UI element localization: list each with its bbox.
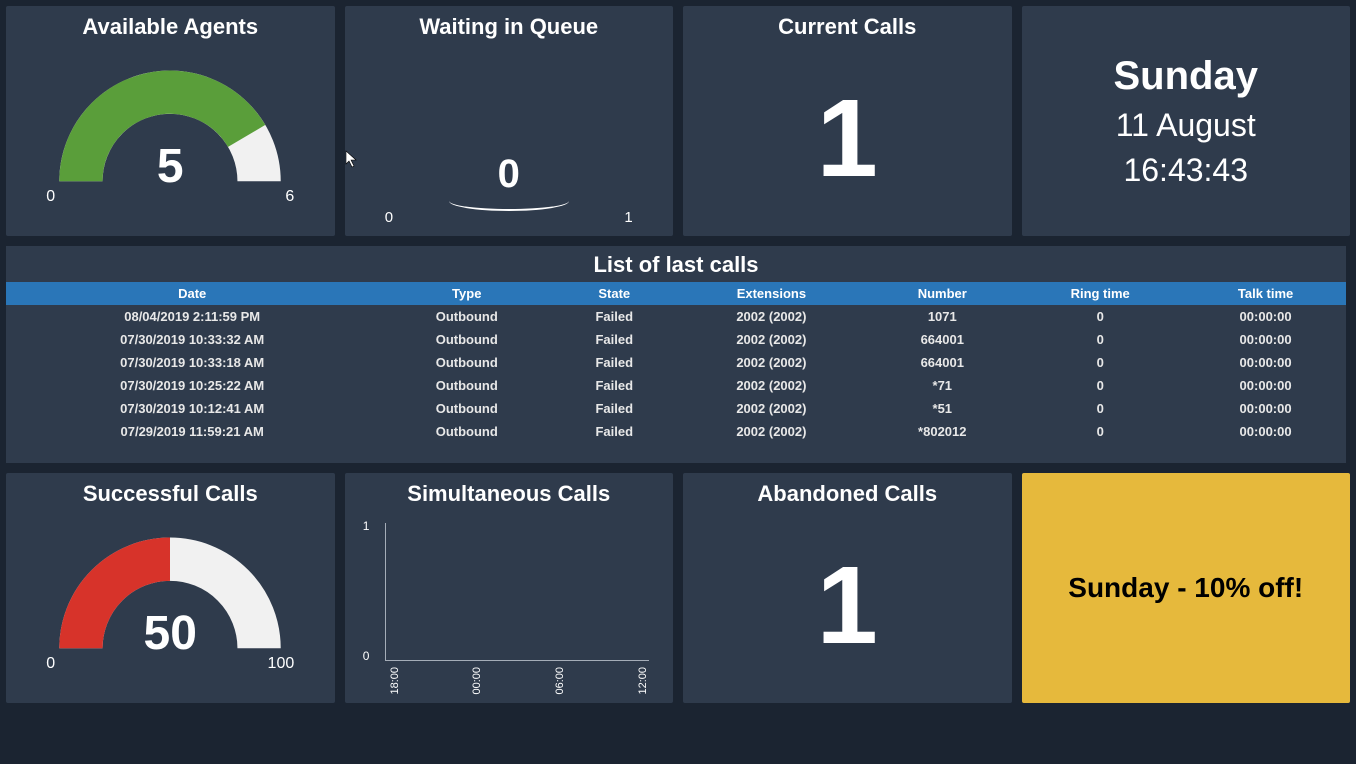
y-tick-max: 1 <box>363 519 370 533</box>
big-number: 1 <box>817 507 878 703</box>
successful-calls-widget: Successful Calls 50 0 100 <box>6 473 335 703</box>
table-cell: 664001 <box>869 351 1015 374</box>
promo-banner: Sunday - 10% off! <box>1022 473 1351 703</box>
table-cell: *802012 <box>869 420 1015 443</box>
table-cell: 0 <box>1015 351 1185 374</box>
waiting-in-queue-widget: Waiting in Queue 0 0 1 <box>345 6 674 236</box>
table-cell: 07/29/2019 11:59:21 AM <box>6 420 378 443</box>
table-cell: 0 <box>1015 328 1185 351</box>
y-tick-min: 0 <box>363 649 370 663</box>
table-cell: 00:00:00 <box>1185 305 1346 328</box>
table-row: 07/30/2019 10:33:32 AMOutboundFailed2002… <box>6 328 1346 351</box>
gauge-value: 5 <box>40 139 300 194</box>
table-cell: 08/04/2019 2:11:59 PM <box>6 305 378 328</box>
table-header: Talk time <box>1185 282 1346 305</box>
simultaneous-calls-widget: Simultaneous Calls 1 0 18:00 00:00 06:00 12… <box>345 473 674 703</box>
table-header: Extensions <box>673 282 869 305</box>
table-header: Type <box>378 282 555 305</box>
table-cell: 2002 (2002) <box>673 397 869 420</box>
table-header: Date <box>6 282 378 305</box>
widget-title: Available Agents <box>82 14 258 40</box>
table-cell: 0 <box>1015 374 1185 397</box>
gauge-value: 0 <box>498 152 520 197</box>
table-cell: Outbound <box>378 351 555 374</box>
table-cell: 00:00:00 <box>1185 328 1346 351</box>
banner-text: Sunday - 10% off! <box>1068 572 1303 604</box>
table-cell: 0 <box>1015 397 1185 420</box>
table-header: State <box>555 282 673 305</box>
table-cell: *51 <box>869 397 1015 420</box>
table-cell: Failed <box>555 420 673 443</box>
x-tick: 06:00 <box>554 667 566 695</box>
current-calls-widget: Current Calls 1 <box>683 6 1012 236</box>
table-cell: 664001 <box>869 328 1015 351</box>
table-cell: Failed <box>555 374 673 397</box>
table-cell: 0 <box>1015 420 1185 443</box>
table-cell: Failed <box>555 351 673 374</box>
table-cell: 07/30/2019 10:25:22 AM <box>6 374 378 397</box>
abandoned-calls-widget: Abandoned Calls 1 <box>683 473 1012 703</box>
y-axis-line <box>385 523 386 661</box>
table-row: 08/04/2019 2:11:59 PMOutboundFailed2002 … <box>6 305 1346 328</box>
available-agents-widget: Available Agents 5 0 6 <box>6 6 335 236</box>
table-cell: 1071 <box>869 305 1015 328</box>
table-cell: Outbound <box>378 328 555 351</box>
table-cell: 00:00:00 <box>1185 420 1346 443</box>
table-cell: Outbound <box>378 420 555 443</box>
gauge-value: 50 <box>40 606 300 661</box>
x-tick: 00:00 <box>471 667 483 695</box>
widget-title: Simultaneous Calls <box>407 481 610 507</box>
table-cell: Failed <box>555 305 673 328</box>
table-cell: 2002 (2002) <box>673 420 869 443</box>
sim-line-chart: 1 0 18:00 00:00 06:00 12:00 <box>359 513 659 703</box>
table-title: List of last calls <box>6 246 1346 282</box>
table-header: Ring time <box>1015 282 1185 305</box>
clock-day: Sunday <box>1114 54 1258 99</box>
table-row: 07/30/2019 10:33:18 AMOutboundFailed2002… <box>6 351 1346 374</box>
table-cell: 07/30/2019 10:33:32 AM <box>6 328 378 351</box>
table-header: Number <box>869 282 1015 305</box>
table-cell: Failed <box>555 397 673 420</box>
x-tick: 12:00 <box>637 667 649 695</box>
table-cell: Outbound <box>378 374 555 397</box>
queue-gauge: 0 0 1 <box>379 152 639 226</box>
table-cell: 00:00:00 <box>1185 397 1346 420</box>
table-cell: 00:00:00 <box>1185 351 1346 374</box>
gauge-min: 0 <box>385 209 393 226</box>
table-cell: 07/30/2019 10:33:18 AM <box>6 351 378 374</box>
table-cell: *71 <box>869 374 1015 397</box>
table-cell: 2002 (2002) <box>673 374 869 397</box>
table-cell: 2002 (2002) <box>673 328 869 351</box>
table-cell: 2002 (2002) <box>673 351 869 374</box>
clock-date: 11 August <box>1116 107 1256 144</box>
table-cell: 00:00:00 <box>1185 374 1346 397</box>
table-row: 07/30/2019 10:25:22 AMOutboundFailed2002… <box>6 374 1346 397</box>
table-cell: Failed <box>555 328 673 351</box>
table-cell: Outbound <box>378 397 555 420</box>
table-row: 07/29/2019 11:59:21 AMOutboundFailed2002… <box>6 420 1346 443</box>
table-cell: 0 <box>1015 305 1185 328</box>
table-cell: Outbound <box>378 305 555 328</box>
gauge-max: 1 <box>624 209 632 226</box>
x-axis-line <box>385 660 649 661</box>
widget-title: Current Calls <box>778 14 916 40</box>
table-cell: 07/30/2019 10:12:41 AM <box>6 397 378 420</box>
clock-time: 16:43:43 <box>1123 152 1248 189</box>
last-calls-table-widget: List of last calls DateTypeStateExtensio… <box>6 246 1346 463</box>
table-row: 07/30/2019 10:12:41 AMOutboundFailed2002… <box>6 397 1346 420</box>
widget-title: Successful Calls <box>83 481 258 507</box>
table-cell: 2002 (2002) <box>673 305 869 328</box>
success-gauge: 50 0 100 <box>40 521 300 673</box>
big-number: 1 <box>817 40 878 236</box>
x-tick: 18:00 <box>389 667 401 695</box>
widget-title: Waiting in Queue <box>419 14 598 40</box>
widget-title: Abandoned Calls <box>757 481 937 507</box>
agents-gauge: 5 0 6 <box>40 54 300 206</box>
clock-widget: Sunday 11 August 16:43:43 <box>1022 6 1351 236</box>
last-calls-table: DateTypeStateExtensionsNumberRing timeTa… <box>6 282 1346 443</box>
